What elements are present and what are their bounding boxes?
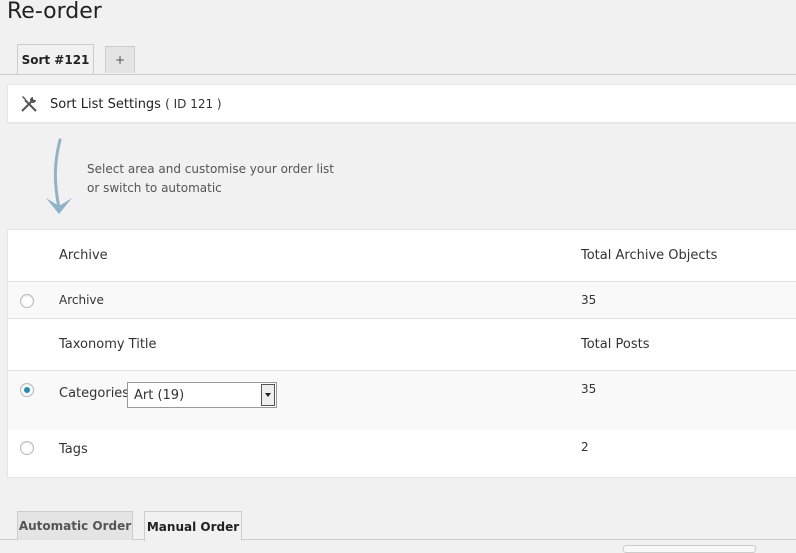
category-select-value: Art (19): [134, 388, 185, 403]
add-sort-tab-button[interactable]: +: [105, 46, 135, 73]
hint-line-1: Select area and customise your order lis…: [87, 162, 335, 176]
settings-title-group: Sort List Settings ( ID 121 ): [50, 97, 222, 112]
tab-sort-121[interactable]: Sort #121: [17, 44, 94, 74]
tags-count: 2: [581, 440, 589, 454]
order-mode-tabs: Automatic Order Manual Order: [0, 511, 796, 541]
tags-label: Tags: [59, 442, 88, 457]
hint-line-2: or switch to automatic: [87, 181, 222, 195]
taxonomy-header-count: Total Posts: [581, 337, 650, 352]
taxonomy-header-row: Taxonomy Title Total Posts: [8, 319, 796, 371]
archive-row-label: Archive: [59, 293, 104, 307]
archive-header-count: Total Archive Objects: [581, 248, 718, 263]
categories-label: Categories: [59, 386, 130, 401]
down-arrow-icon: [46, 138, 72, 214]
order-area-table: Archive Total Archive Objects Archive 35…: [7, 229, 796, 478]
settings-title: Sort List Settings: [50, 97, 161, 112]
tools-icon: [21, 96, 37, 112]
sort-list-settings-bar[interactable]: Sort List Settings ( ID 121 ): [7, 84, 796, 123]
categories-radio[interactable]: [20, 383, 34, 397]
partial-control[interactable]: [623, 545, 756, 553]
chevron-down-icon[interactable]: [261, 384, 275, 406]
archive-radio[interactable]: [20, 294, 34, 308]
settings-id: ( ID 121 ): [165, 97, 222, 111]
taxonomy-row-categories[interactable]: Categories Art (19) 35: [8, 371, 796, 429]
archive-row[interactable]: Archive 35: [8, 282, 796, 319]
tab-manual-order[interactable]: Manual Order: [144, 511, 242, 541]
sort-tab-strip: Sort #121 +: [0, 44, 796, 75]
categories-count: 35: [581, 382, 597, 396]
tab-automatic-order[interactable]: Automatic Order: [17, 511, 133, 540]
hint-text: Select area and customise your order lis…: [87, 160, 334, 198]
category-select[interactable]: Art (19): [127, 382, 277, 408]
taxonomy-header-label: Taxonomy Title: [59, 337, 157, 352]
taxonomy-row-tags[interactable]: Tags 2: [8, 429, 796, 477]
page-title: Re-order: [7, 0, 102, 24]
archive-row-count: 35: [581, 293, 597, 307]
tags-radio[interactable]: [20, 441, 34, 455]
archive-header-label: Archive: [59, 248, 108, 263]
archive-header-row: Archive Total Archive Objects: [8, 230, 796, 282]
